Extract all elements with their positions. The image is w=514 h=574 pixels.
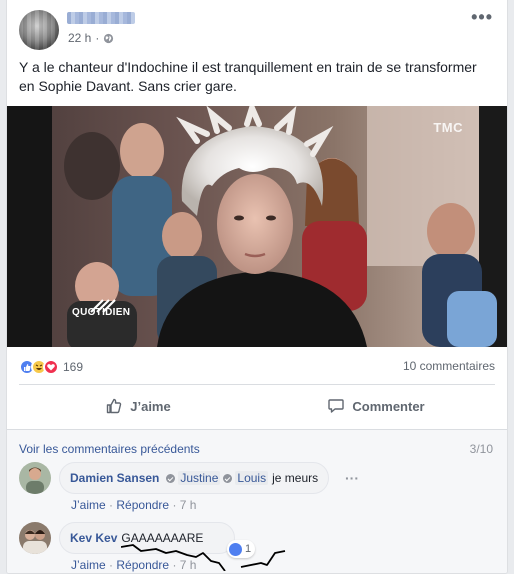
comment-reply-link[interactable]: Répondre	[116, 498, 169, 512]
comment-like-link[interactable]: J’aime	[71, 498, 106, 512]
comment-actions: J’aime · Répondre · 7 h	[71, 498, 196, 512]
comment-options-icon[interactable]: ···	[345, 470, 359, 486]
show-logo-text: QUOTIDIEN	[72, 307, 131, 318]
post-text: Y a le chanteur d'Indochine il est tranq…	[19, 59, 477, 94]
author-name-redacted[interactable]	[67, 12, 135, 24]
tag-check-icon	[166, 473, 176, 483]
separator: ·	[172, 498, 177, 512]
post-meta: 22 h ·	[68, 31, 114, 45]
globe-icon[interactable]	[103, 33, 114, 44]
comment-button[interactable]: Commenter	[257, 388, 495, 424]
divider	[19, 384, 495, 385]
time-separator: ·	[95, 31, 100, 45]
tagged-user[interactable]: Justine	[178, 471, 221, 485]
commenter-avatar[interactable]	[19, 522, 51, 554]
separator: ·	[109, 558, 114, 572]
comments-pager: 3/10	[469, 442, 493, 456]
comments-count-link[interactable]: 10 commentaires	[403, 359, 495, 373]
love-icon	[43, 359, 59, 375]
like-button-label: J’aime	[130, 398, 171, 414]
post-header: 22 h · •••	[19, 8, 495, 50]
comment-author[interactable]: Kev Kev	[70, 531, 117, 545]
thumbs-up-icon	[107, 398, 122, 414]
reactions-summary[interactable]: 169	[19, 357, 83, 377]
post-time[interactable]: 22 h	[68, 31, 91, 45]
comment-text: je meurs	[272, 471, 319, 485]
channel-watermark: TMC	[433, 120, 463, 135]
post-card: 22 h · ••• Y a le chanteur d'Indochine i…	[6, 0, 508, 574]
action-bar: J’aime Commenter	[19, 388, 495, 424]
scribble-annotation	[121, 544, 286, 571]
tagged-user[interactable]: Louis	[235, 471, 269, 485]
comment-bubble: Damien Sansen Justine Louis je meurs	[59, 462, 330, 494]
comment-author[interactable]: Damien Sansen	[70, 471, 159, 485]
author-avatar[interactable]	[19, 10, 59, 50]
separator: ·	[109, 498, 114, 512]
comment-button-label: Commenter	[352, 398, 425, 414]
comment-like-link[interactable]: J’aime	[71, 558, 106, 572]
reaction-count[interactable]: 169	[63, 360, 83, 374]
like-button[interactable]: J’aime	[19, 388, 257, 424]
comment-bubble-icon	[328, 399, 345, 413]
more-options-icon[interactable]: •••	[471, 8, 493, 26]
view-previous-comments-link[interactable]: Voir les commentaires précédents	[19, 442, 200, 456]
tag-check-icon	[223, 473, 233, 483]
commenter-avatar[interactable]	[19, 462, 51, 494]
comment-time[interactable]: 7 h	[180, 498, 197, 512]
